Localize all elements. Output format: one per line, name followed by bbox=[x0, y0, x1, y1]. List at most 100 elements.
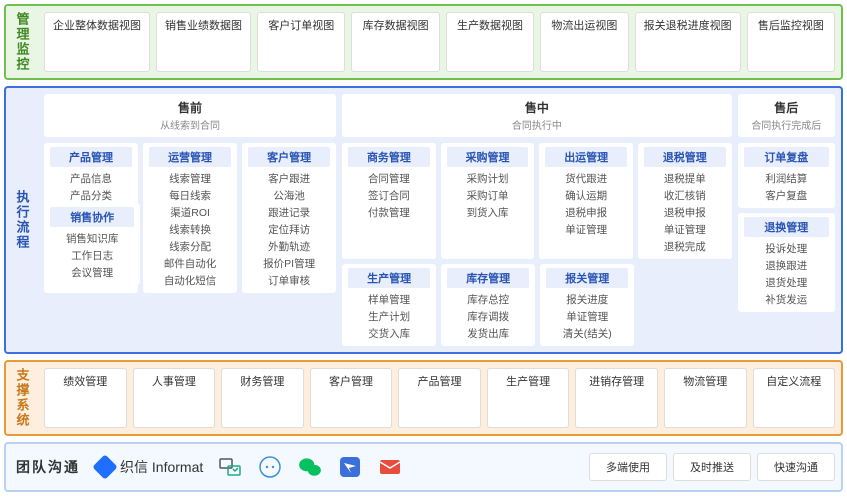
module-item[interactable]: 付款管理 bbox=[348, 204, 430, 221]
comm-item[interactable]: 多端使用 bbox=[589, 453, 667, 481]
support-item[interactable]: 生产管理 bbox=[487, 368, 570, 428]
module-item[interactable]: 采购订单 bbox=[447, 187, 529, 204]
module-item[interactable]: 样单管理 bbox=[348, 291, 430, 308]
module-header: 运营管理 bbox=[149, 147, 231, 167]
mail-icon bbox=[377, 454, 403, 480]
monitor-label: 管理监控 bbox=[6, 6, 38, 78]
support-item[interactable]: 物流管理 bbox=[664, 368, 747, 428]
support-band: 支撑系统 绩效管理 人事管理 财务管理 客户管理 产品管理 生产管理 进销存管理… bbox=[4, 360, 843, 436]
module-item[interactable]: 报价PI管理 bbox=[248, 255, 330, 272]
process-body: 售前 从线索到合同 售中 合同执行中 售后 合同执行完成后 产品管理 产品信息 … bbox=[38, 88, 841, 352]
module-item[interactable]: 库存总控 bbox=[447, 291, 529, 308]
module-item[interactable]: 生产计划 bbox=[348, 308, 430, 325]
phase-subtitle: 合同执行完成后 bbox=[738, 117, 835, 132]
monitor-item[interactable]: 客户订单视图 bbox=[257, 12, 345, 72]
module-item[interactable]: 退税提单 bbox=[644, 170, 726, 187]
support-item[interactable]: 产品管理 bbox=[398, 368, 481, 428]
module-item[interactable]: 外勤轨迹 bbox=[248, 238, 330, 255]
module-header: 商务管理 bbox=[348, 147, 430, 167]
module-header: 订单复盘 bbox=[744, 147, 829, 167]
brand-text: 织信 Informat bbox=[120, 457, 203, 477]
module-item[interactable]: 公海池 bbox=[248, 187, 330, 204]
chat-icon bbox=[257, 454, 283, 480]
comm-item[interactable]: 快速沟通 bbox=[757, 453, 835, 481]
module-item[interactable]: 产品分类 bbox=[50, 187, 132, 204]
module-header: 库存管理 bbox=[447, 268, 529, 288]
module-item[interactable]: 渠道ROI bbox=[149, 204, 231, 221]
module-ship: 出运管理 货代跟进 确认运期 退税申报 单证管理 bbox=[539, 143, 633, 259]
module-item[interactable]: 跟进记录 bbox=[248, 204, 330, 221]
module-item[interactable]: 确认运期 bbox=[545, 187, 627, 204]
module-item[interactable]: 线索管理 bbox=[149, 170, 231, 187]
module-header: 退税管理 bbox=[644, 147, 726, 167]
phase-title: 售后 bbox=[738, 99, 835, 116]
phase-pre: 售前 从线索到合同 bbox=[44, 94, 336, 137]
module-item[interactable]: 单证管理 bbox=[546, 308, 628, 325]
phase-subtitle: 合同执行中 bbox=[342, 117, 732, 132]
module-item[interactable]: 货代跟进 bbox=[545, 170, 627, 187]
module-item[interactable]: 每日线索 bbox=[149, 187, 231, 204]
module-header: 产品管理 bbox=[50, 147, 132, 167]
module-item[interactable]: 利润结算 bbox=[744, 170, 829, 187]
module-item[interactable]: 线索分配 bbox=[149, 238, 231, 255]
monitor-item[interactable]: 生产数据视图 bbox=[446, 12, 534, 72]
module-row: 生产管理 样单管理 生产计划 交货入库 库存管理 库存总控 库存调拨 发货出库 … bbox=[342, 264, 634, 346]
module-item[interactable]: 定位拜访 bbox=[248, 221, 330, 238]
module-item[interactable]: 退货处理 bbox=[744, 274, 829, 291]
module-item[interactable]: 客户复盘 bbox=[744, 187, 829, 204]
dingtalk-icon bbox=[337, 454, 363, 480]
icon-row bbox=[209, 450, 411, 484]
module-item[interactable]: 报关进度 bbox=[546, 291, 628, 308]
module-item[interactable]: 单证管理 bbox=[644, 221, 726, 238]
module-item[interactable]: 订单审核 bbox=[248, 272, 330, 289]
module-item[interactable]: 签订合同 bbox=[348, 187, 430, 204]
module-item[interactable]: 投诉处理 bbox=[744, 240, 829, 257]
module-item[interactable]: 会议管理 bbox=[50, 264, 134, 281]
module-item[interactable]: 发货出库 bbox=[447, 325, 529, 342]
module-item[interactable]: 交货入库 bbox=[348, 325, 430, 342]
module-item[interactable]: 清关(结关) bbox=[546, 325, 628, 342]
support-item[interactable]: 财务管理 bbox=[221, 368, 304, 428]
module-item[interactable]: 补货发运 bbox=[744, 291, 829, 308]
module-item[interactable]: 退税申报 bbox=[644, 204, 726, 221]
monitor-band: 管理监控 企业整体数据视图 销售业绩数据图 客户订单视图 库存数据视图 生产数据… bbox=[4, 4, 843, 80]
process-label: 执行流程 bbox=[6, 88, 38, 352]
support-item[interactable]: 绩效管理 bbox=[44, 368, 127, 428]
phase-post: 售后 合同执行完成后 bbox=[738, 94, 835, 137]
monitor-item[interactable]: 企业整体数据视图 bbox=[44, 12, 150, 72]
module-item[interactable]: 销售知识库 bbox=[50, 230, 134, 247]
module-item[interactable]: 产品信息 bbox=[50, 170, 132, 187]
module-item[interactable]: 到货入库 bbox=[447, 204, 529, 221]
modules-row: 产品管理 产品信息 产品分类 产品搜索 运营管理 线索管理 每日线索 渠道ROI… bbox=[44, 143, 835, 346]
module-item[interactable]: 退换跟进 bbox=[744, 257, 829, 274]
monitor-item[interactable]: 销售业绩数据图 bbox=[156, 12, 251, 72]
module-item[interactable]: 收汇核销 bbox=[644, 187, 726, 204]
module-item[interactable]: 库存调拨 bbox=[447, 308, 529, 325]
monitor-item[interactable]: 物流出运视图 bbox=[540, 12, 628, 72]
monitor-item[interactable]: 报关退税进度视图 bbox=[635, 12, 741, 72]
module-prod: 生产管理 样单管理 生产计划 交货入库 bbox=[342, 264, 436, 346]
process-band: 执行流程 售前 从线索到合同 售中 合同执行中 售后 合同执行完成后 产品管理 bbox=[4, 86, 843, 354]
module-item[interactable]: 客户跟进 bbox=[248, 170, 330, 187]
module-item[interactable]: 自动化短信 bbox=[149, 272, 231, 289]
comm-item[interactable]: 及时推送 bbox=[673, 453, 751, 481]
support-item[interactable]: 人事管理 bbox=[133, 368, 216, 428]
module-item[interactable]: 合同管理 bbox=[348, 170, 430, 187]
module-header: 采购管理 bbox=[447, 147, 529, 167]
monitor-item[interactable]: 售后监控视图 bbox=[747, 12, 835, 72]
support-item[interactable]: 进销存管理 bbox=[575, 368, 658, 428]
module-item[interactable]: 单证管理 bbox=[545, 221, 627, 238]
support-item[interactable]: 客户管理 bbox=[310, 368, 393, 428]
module-item[interactable]: 工作日志 bbox=[50, 247, 134, 264]
module-item[interactable]: 线索转换 bbox=[149, 221, 231, 238]
module-item[interactable]: 邮件自动化 bbox=[149, 255, 231, 272]
monitor-item[interactable]: 库存数据视图 bbox=[351, 12, 439, 72]
module-item[interactable]: 退税申报 bbox=[545, 204, 627, 221]
module-purchase: 采购管理 采购计划 采购订单 到货入库 bbox=[441, 143, 535, 259]
module-row: 商务管理 合同管理 签订合同 付款管理 采购管理 采购计划 采购订单 到货入库 … bbox=[342, 143, 732, 259]
support-item[interactable]: 自定义流程 bbox=[753, 368, 836, 428]
module-customer: 客户管理 客户跟进 公海池 跟进记录 定位拜访 外勤轨迹 报价PI管理 订单审核 bbox=[242, 143, 336, 293]
module-item[interactable]: 退税完成 bbox=[644, 238, 726, 255]
module-item[interactable]: 采购计划 bbox=[447, 170, 529, 187]
module-header: 客户管理 bbox=[248, 147, 330, 167]
